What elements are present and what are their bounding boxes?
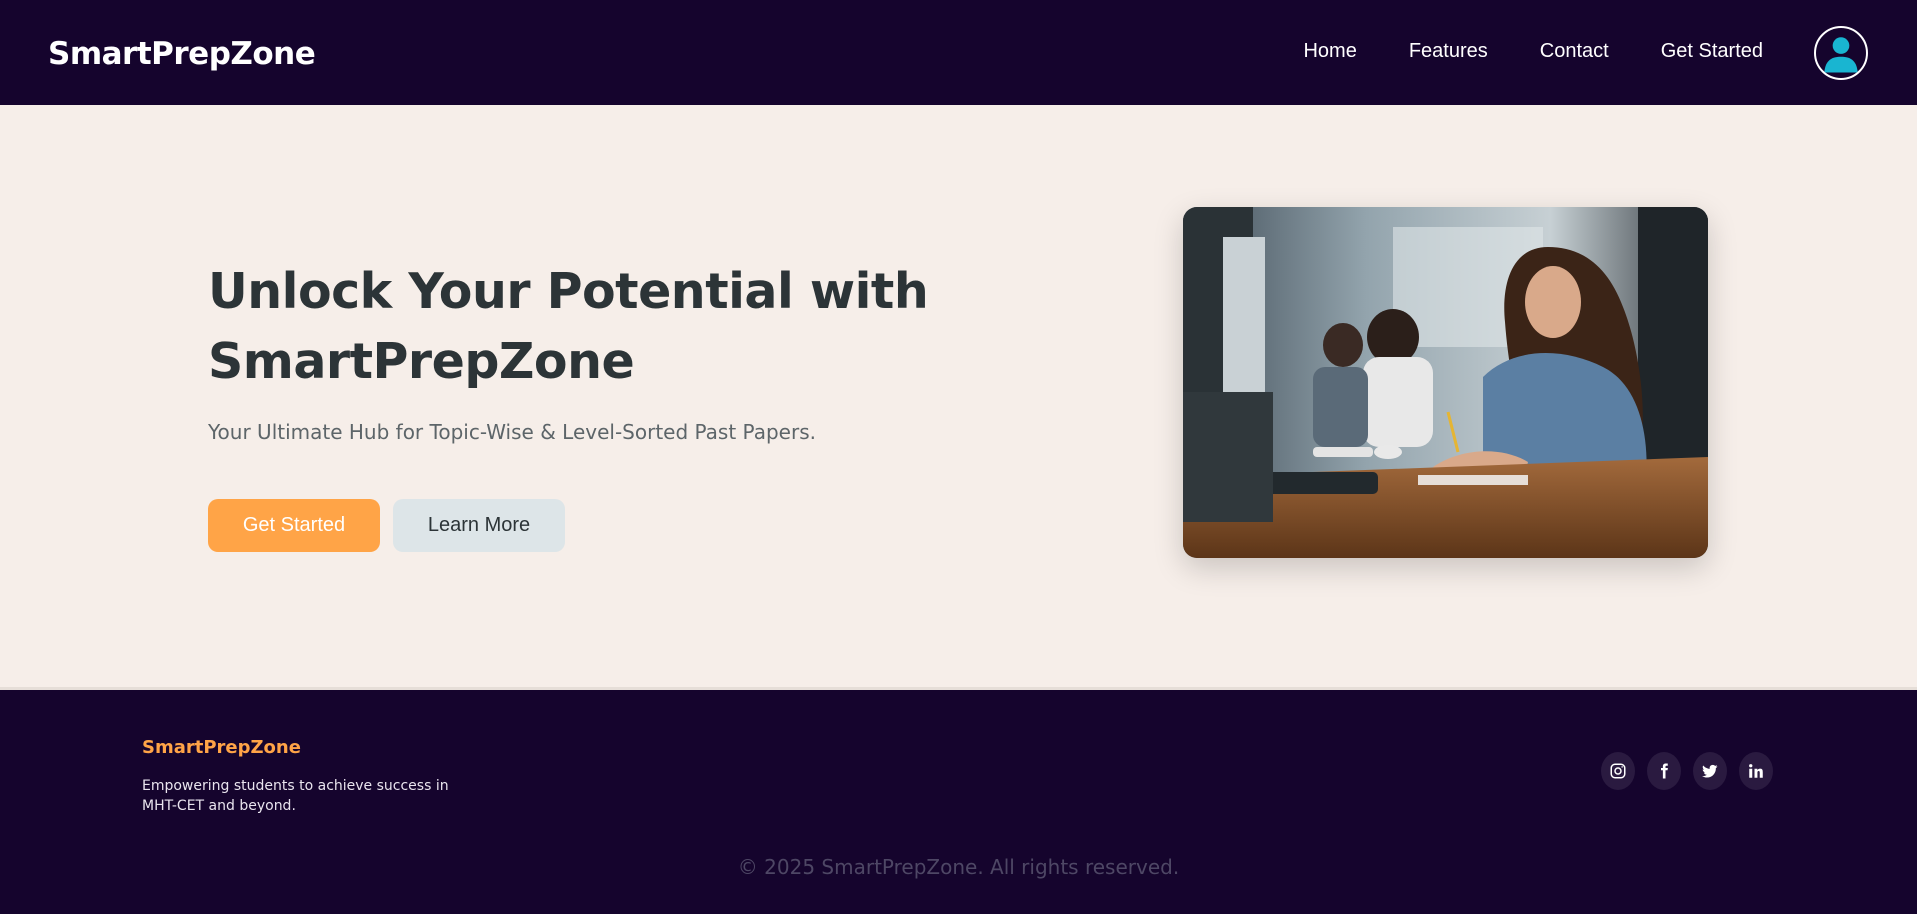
nav-links: Home Features Contact Get Started: [1251, 40, 1763, 63]
footer-brand: SmartPrepZone: [142, 737, 301, 758]
brand-logo[interactable]: SmartPrepZone: [48, 36, 316, 72]
copyright-text: © 2025 SmartPrepZone. All rights reserve…: [737, 855, 1180, 879]
footer-tagline: Empowering students to achieve success i…: [142, 778, 449, 814]
navbar: SmartPrepZone Home Features Contact Get …: [0, 0, 1917, 105]
students-studying-photo: [1183, 207, 1708, 558]
hero-image: [1183, 207, 1708, 558]
hero-section: Unlock Your Potential with SmartPrepZone…: [0, 105, 1917, 687]
facebook-icon[interactable]: [1647, 752, 1681, 790]
hero-title: Unlock Your Potential with SmartPrepZone: [208, 263, 929, 390]
get-started-button[interactable]: Get Started: [208, 499, 380, 552]
linkedin-icon[interactable]: [1739, 752, 1773, 790]
nav-link-features[interactable]: Features: [1409, 40, 1488, 63]
twitter-icon[interactable]: [1693, 752, 1727, 790]
nav-link-get-started[interactable]: Get Started: [1661, 40, 1763, 63]
learn-more-button[interactable]: Learn More: [393, 499, 565, 552]
nav-link-contact[interactable]: Contact: [1540, 40, 1609, 63]
social-links: [1601, 752, 1785, 790]
user-avatar-icon[interactable]: [1814, 26, 1868, 80]
footer: SmartPrepZone Empowering students to ach…: [0, 687, 1917, 914]
nav-link-home[interactable]: Home: [1303, 40, 1356, 63]
instagram-icon[interactable]: [1601, 752, 1635, 790]
hero-subtitle: Your Ultimate Hub for Topic-Wise & Level…: [208, 420, 816, 444]
